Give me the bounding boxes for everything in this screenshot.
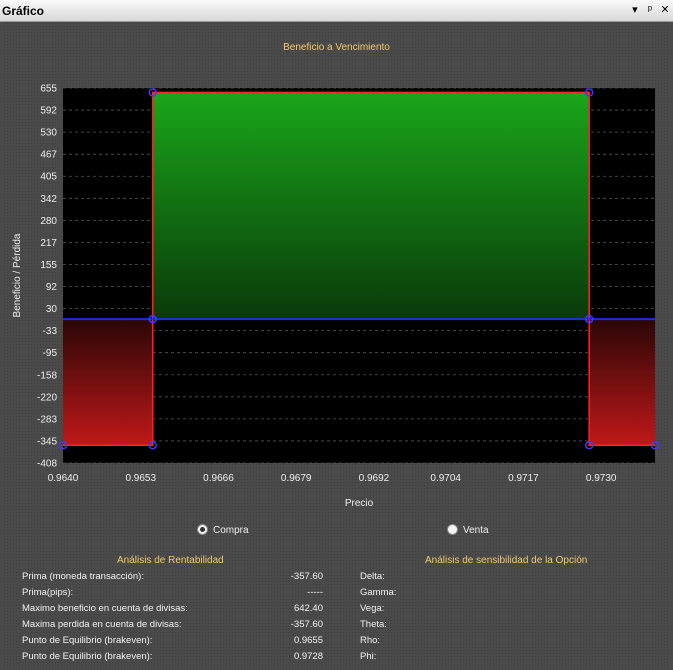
y-tick-label: 405 [40, 172, 57, 183]
y-tick-label: 467 [40, 150, 57, 161]
y-tick-label: -283 [37, 414, 57, 425]
y-tick-label: 280 [40, 216, 57, 227]
rentabilidad-label: Prima (moneda transacción): [22, 571, 144, 582]
y-tick-label: 342 [40, 194, 57, 205]
y-tick-label: -95 [43, 348, 58, 359]
rentabilidad-label: Prima(pips): [22, 587, 74, 598]
rentabilidad-label: Maxima perdida en cuenta de divisas: [22, 619, 182, 630]
x-tick-label: 0.9730 [586, 473, 617, 484]
profit-area [152, 92, 590, 320]
y-axis-label: Beneficio / Pérdida [12, 233, 23, 317]
rentabilidad-value: -357.60 [290, 571, 323, 582]
rentabilidad-value: -357.60 [290, 619, 323, 630]
x-tick-label: 0.9704 [430, 473, 461, 484]
radio-venta[interactable]: Venta [447, 524, 489, 536]
radio-compra-label: Compra [213, 525, 249, 536]
sensibilidad-label: Theta: [360, 619, 387, 630]
y-tick-label: 655 [40, 84, 57, 95]
y-tick-label: 530 [40, 128, 57, 139]
x-tick-label: 0.9679 [281, 473, 312, 484]
y-tick-label: 155 [40, 260, 57, 271]
y-tick-label: -408 [37, 459, 57, 470]
sensibilidad-label: Gamma: [360, 587, 397, 598]
rentabilidad-value: ----- [307, 587, 323, 598]
x-tick-label: 0.9640 [48, 473, 79, 484]
rentabilidad-value: 0.9655 [293, 635, 323, 646]
rentabilidad-value: 0.9728 [293, 651, 323, 662]
rentabilidad-title: Análisis de Rentabilidad [117, 555, 224, 566]
radio-compra[interactable]: Compra [197, 524, 249, 536]
radio-venta-label: Venta [463, 525, 489, 536]
x-tick-label: 0.9717 [508, 473, 539, 484]
y-tick-label: -33 [43, 326, 58, 337]
sensibilidad-title: Análisis de sensibilidad de la Opción [425, 555, 588, 566]
sensibilidad-label: Phi: [360, 651, 377, 662]
radio-compra-dot[interactable] [197, 524, 208, 535]
y-tick-label: -345 [37, 436, 57, 447]
y-tick-label: -220 [37, 392, 57, 403]
loss-area-left [63, 319, 153, 446]
radio-venta-dot[interactable] [447, 524, 458, 535]
x-tick-label: 0.9653 [125, 473, 156, 484]
profit-loss-chart: 655 592 530 467 405 342 280 217 155 92 30 -33 -95 -15… [12, 84, 660, 509]
rentabilidad-value: 642.40 [293, 603, 323, 614]
y-tick-label: 592 [40, 106, 57, 117]
rentabilidad-label: Maximo beneficio en cuenta de divisas: [22, 603, 188, 614]
x-tick-label: 0.9692 [359, 473, 390, 484]
sensibilidad-label: Vega: [360, 603, 385, 614]
rentabilidad-label: Punto de Equilibrio (brakeven): [22, 635, 153, 646]
sensibilidad-label: Delta: [360, 571, 385, 582]
y-tick-label: 217 [40, 238, 57, 249]
y-tick-label: 92 [46, 282, 58, 293]
y-tick-label: -158 [37, 370, 57, 381]
y-tick-label: 30 [46, 304, 58, 315]
x-axis-label: Precio [345, 498, 374, 509]
loss-area-right [589, 319, 655, 446]
rentabilidad-label: Punto de Equilibrio (brakeven): [22, 651, 153, 662]
x-tick-label: 0.9666 [203, 473, 234, 484]
sensibilidad-label: Rho: [360, 635, 381, 646]
